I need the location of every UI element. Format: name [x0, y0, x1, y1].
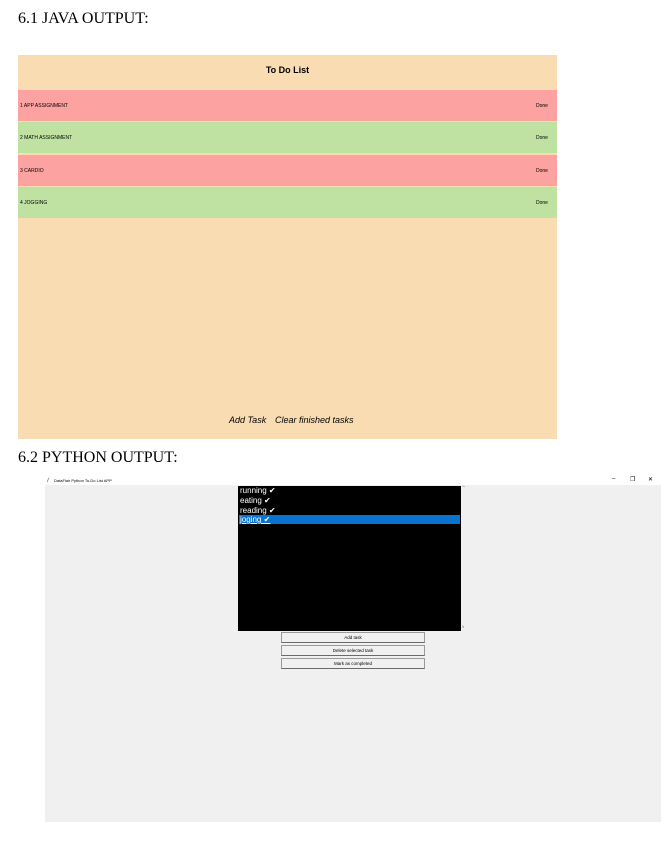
task-label: 3 CARDIO: [20, 168, 44, 174]
scroll-up-arrow-icon[interactable]: ^: [462, 485, 465, 490]
todo-list-title: To Do List: [265, 65, 310, 75]
clear-finished-tasks-button[interactable]: Clear finished tasks: [275, 415, 354, 425]
add-task-button[interactable]: Add task: [281, 632, 425, 643]
add-task-button[interactable]: Add Task: [229, 415, 266, 425]
java-todo-window: To Do List 1 APP ASSIGNMENT Done 2 MATH …: [18, 55, 557, 439]
python-output-heading: 6.2 PYTHON OUTPUT:: [18, 449, 178, 466]
done-button[interactable]: Done: [536, 135, 548, 141]
minimize-button[interactable]: –: [612, 476, 615, 482]
java-output-heading: 6.1 JAVA OUTPUT:: [18, 10, 149, 27]
task-row: 4 JOGGING Done: [18, 187, 557, 218]
scroll-down-arrow-icon[interactable]: v: [462, 624, 464, 629]
python-todo-window: DataFlair Python To-Do List APP – ❐ ✕ ru…: [45, 474, 661, 822]
close-button[interactable]: ✕: [648, 476, 653, 483]
task-label: 4 JOGGING: [20, 200, 48, 206]
window-title: DataFlair Python To-Do List APP: [54, 478, 112, 483]
done-button[interactable]: Done: [536, 200, 548, 206]
task-label: 2 MATH ASSIGNMENT: [20, 135, 73, 141]
list-item-selected[interactable]: joging ✔: [239, 515, 460, 524]
feather-icon: [47, 477, 50, 482]
list-item[interactable]: running ✔: [239, 486, 460, 495]
window-titlebar[interactable]: DataFlair Python To-Do List APP – ❐ ✕: [45, 474, 661, 485]
done-button[interactable]: Done: [536, 103, 548, 109]
task-row: 3 CARDIO Done: [18, 155, 557, 186]
delete-selected-task-button[interactable]: Delete selected task: [281, 645, 425, 656]
list-item[interactable]: eating ✔: [239, 496, 460, 505]
list-item[interactable]: reading ✔: [239, 506, 460, 515]
task-label: 1 APP ASSIGNMENT: [20, 103, 68, 109]
task-listbox[interactable]: running ✔ eating ✔ reading ✔ joging ✔: [238, 486, 461, 631]
mark-as-completed-button[interactable]: Mark as completed: [281, 658, 425, 669]
maximize-button[interactable]: ❐: [630, 476, 635, 483]
task-row: 1 APP ASSIGNMENT Done: [18, 90, 557, 121]
done-button[interactable]: Done: [536, 168, 548, 174]
task-row: 2 MATH ASSIGNMENT Done: [18, 122, 557, 153]
